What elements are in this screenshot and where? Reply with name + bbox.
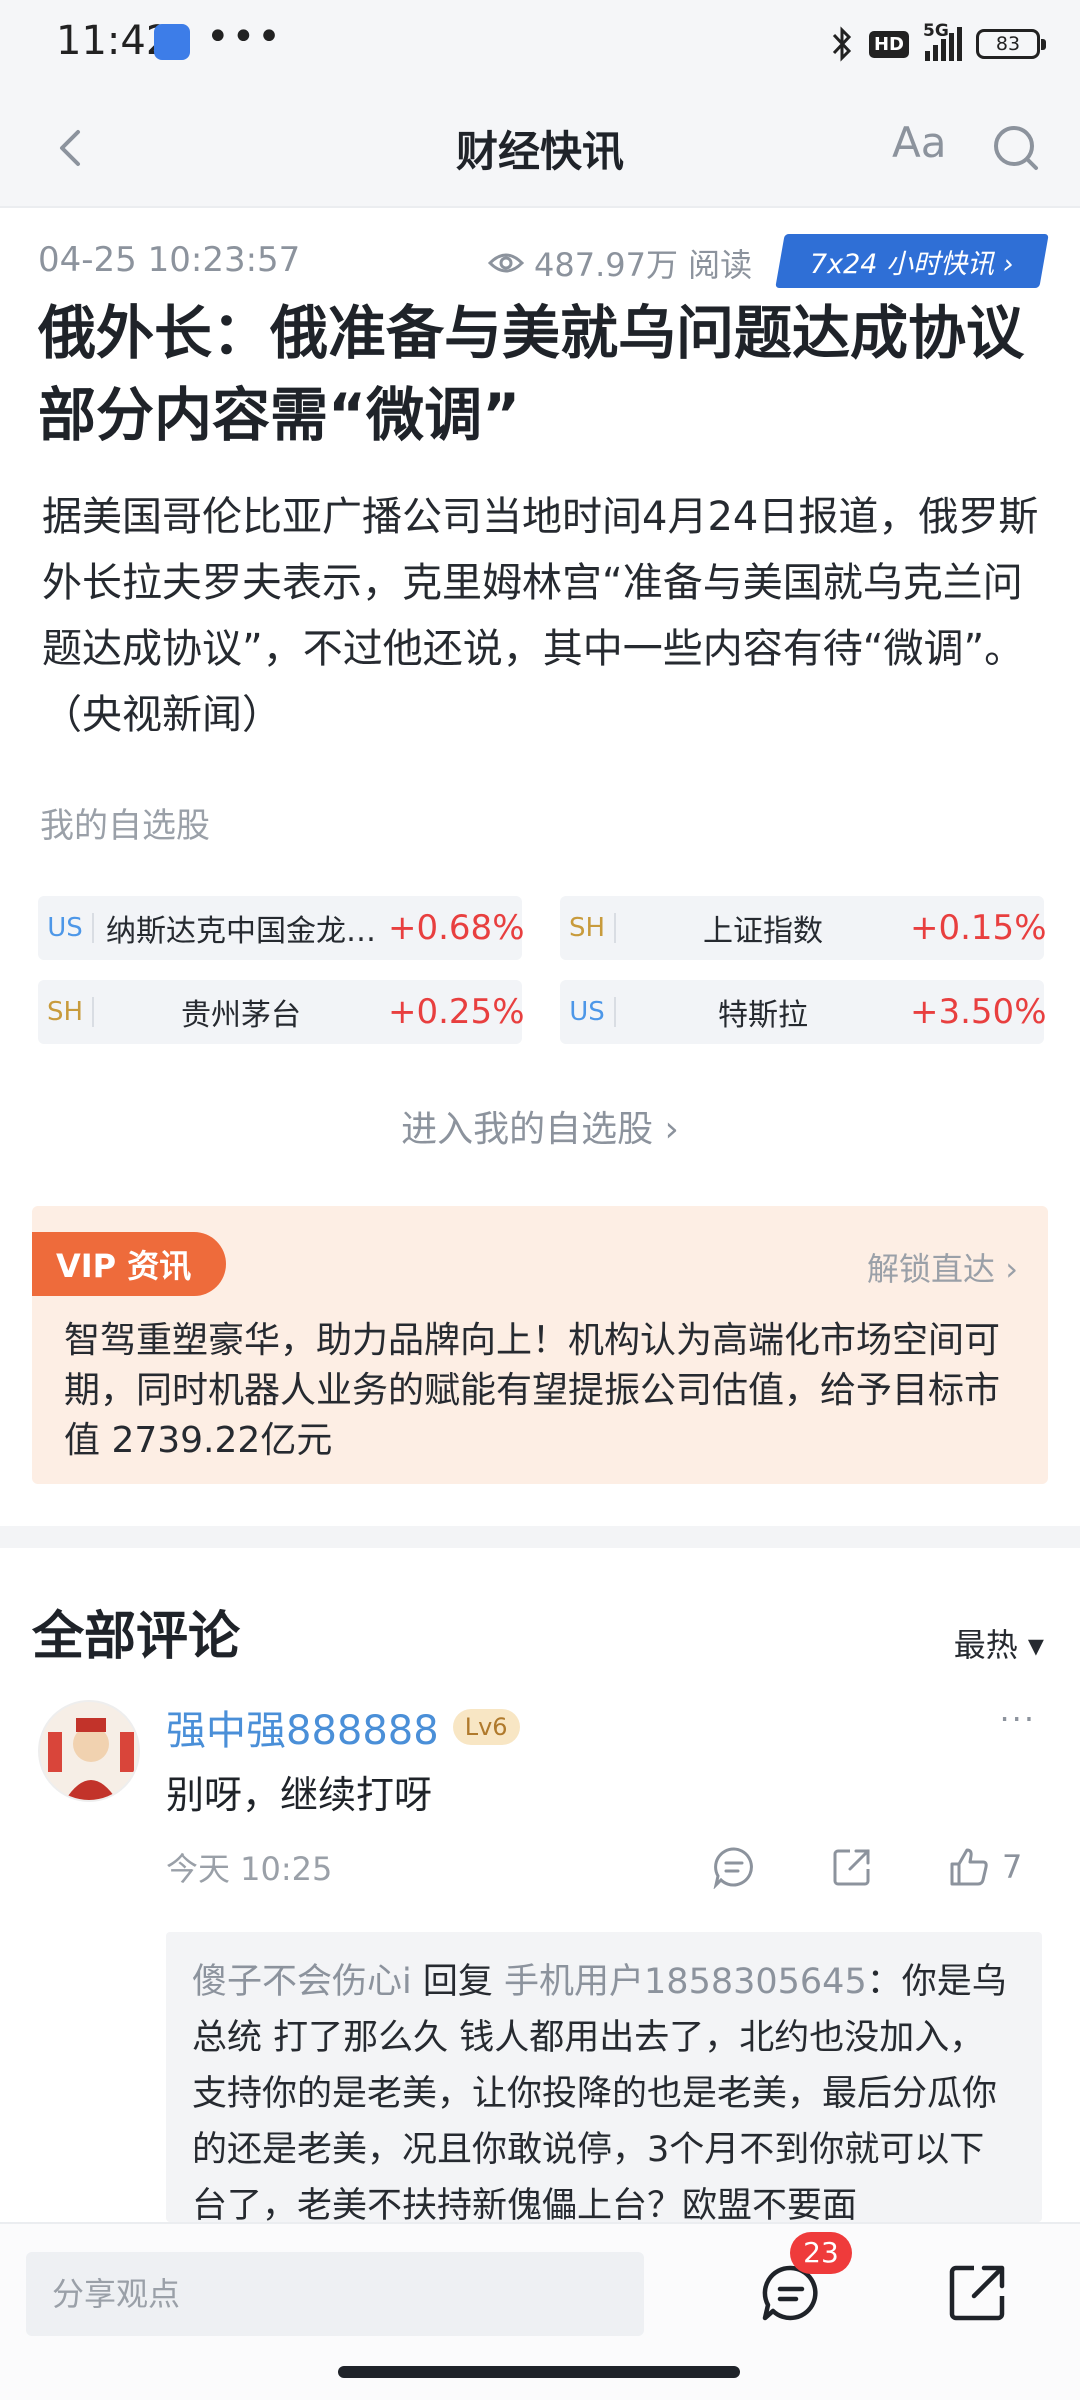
avatar-image	[40, 1702, 138, 1800]
reply-box[interactable]: 傻子不会伤心i 回复 手机用户1858305645：你是乌总统 打了那么久 钱人…	[166, 1932, 1042, 2222]
stock-chip[interactable]: US 纳斯达克中国金龙… +0.68%	[38, 896, 525, 960]
bottom-bar: 23	[0, 2222, 1080, 2400]
article-body: 据美国哥伦比亚广播公司当地时间4月24日报道，俄罗斯外长拉夫罗夫表示，克里姆林宫…	[42, 494, 1039, 738]
more-icon[interactable]: ···	[999, 1700, 1036, 1738]
comment-count-badge: 23	[790, 2232, 852, 2274]
home-indicator[interactable]	[338, 2366, 740, 2378]
share-opinion-input[interactable]	[26, 2252, 644, 2336]
stock-chip[interactable]: SH 贵州茅台 +0.25%	[38, 980, 525, 1044]
section-divider	[0, 1526, 1080, 1548]
stock-name: 贵州茅台	[181, 998, 301, 1033]
signal-icon: 5G	[923, 21, 962, 61]
comment-time: 今天 10:25	[166, 1850, 333, 1888]
7x24-news-tag[interactable]: 7x24 小时快讯 ›	[775, 234, 1049, 288]
stock-name: 纳斯达克中国金龙…	[106, 914, 376, 949]
share-comment-button[interactable]	[830, 1842, 874, 1892]
comment-username: 强中强888888	[166, 1708, 439, 1754]
reply-from-user[interactable]: 傻子不会伤心i	[192, 1962, 412, 2002]
stock-chip[interactable]: SH 上证指数 +0.15%	[560, 896, 1047, 960]
avatar[interactable]	[38, 1700, 140, 1802]
comment-user[interactable]: 强中强888888 Lv6	[166, 1698, 520, 1756]
stock-change: +0.15%	[910, 908, 1047, 948]
stock-chip[interactable]: US 特斯拉 +3.50%	[560, 980, 1047, 1044]
nav-bar: 财经快讯 Aa	[0, 90, 1080, 208]
vip-news-card[interactable]: VIP 资讯 解锁直达 › 智驾重塑豪华，助力品牌向上！机构认为高端化市场空间可…	[32, 1206, 1048, 1484]
comment-text: 别呀，继续打呀	[166, 1773, 433, 1817]
reply-verb: 回复	[422, 1962, 493, 2002]
stock-name: 上证指数	[703, 914, 823, 949]
thumbs-up-icon	[950, 1848, 988, 1886]
reply-icon	[713, 1847, 753, 1889]
7x24-news-tag-label: 7x24 小时快讯 ›	[810, 248, 1014, 280]
enter-watchlist-link[interactable]: 进入我的自选股 ›	[0, 1100, 1080, 1152]
bluetooth-icon	[832, 26, 852, 62]
vip-badge: VIP 资讯	[32, 1232, 226, 1296]
market-tag: US	[560, 997, 616, 1027]
status-bar: 11:42 ••• HD 5G 83	[0, 0, 1080, 90]
level-badge: Lv6	[452, 1709, 520, 1745]
comments-title: 全部评论	[32, 1607, 241, 1667]
search-icon[interactable]	[988, 120, 1044, 176]
view-count: 487.97万 阅读	[488, 240, 752, 286]
status-icons: HD 5G 83	[829, 21, 1046, 66]
stock-change: +0.25%	[388, 992, 525, 1032]
page: 11:42 ••• HD 5G 83 财经快讯 Aa 04-25 10:23:5…	[0, 0, 1080, 2400]
publish-time: 04-25 10:23:57	[38, 240, 301, 280]
sort-dropdown[interactable]: 最热 ▾	[954, 1620, 1044, 1666]
stock-change: +3.50%	[910, 992, 1047, 1032]
app-notification-icon	[154, 24, 190, 60]
network-type: 5G	[923, 21, 949, 41]
reply-to-user[interactable]: 手机用户1858305645	[504, 1962, 867, 2002]
market-tag: SH	[560, 913, 616, 943]
unlock-link[interactable]: 解锁直达 ›	[867, 1244, 1018, 1290]
stock-name: 特斯拉	[718, 998, 808, 1033]
like-button[interactable]: 7	[946, 1842, 1022, 1892]
view-count-text: 487.97万 阅读	[534, 246, 753, 284]
article-headline: 俄外长：俄准备与美就乌问题达成协议 部分内容需“微调”	[38, 299, 1025, 449]
font-size-button[interactable]: Aa	[892, 118, 946, 167]
watchlist-label: 我的自选股	[40, 806, 210, 846]
article-meta: 04-25 10:23:57 487.97万 阅读 7x24 小时快讯 ›	[38, 234, 1049, 290]
market-tag: SH	[38, 997, 94, 1027]
hd-icon: HD	[868, 30, 909, 58]
more-notifications-icon: •••	[206, 14, 283, 60]
share-icon	[833, 1849, 870, 1886]
reply-button[interactable]	[712, 1842, 756, 1892]
vip-text: 智驾重塑豪华，助力品牌向上！机构认为高端化市场空间可期，同时机器人业务的赋能有望…	[64, 1320, 1001, 1461]
battery-icon: 83	[976, 29, 1046, 59]
stock-change: +0.68%	[388, 908, 525, 948]
share-icon[interactable]	[942, 2258, 1012, 2328]
like-count: 7	[1002, 1848, 1023, 1886]
eye-icon	[488, 253, 524, 273]
market-tag: US	[38, 913, 94, 943]
